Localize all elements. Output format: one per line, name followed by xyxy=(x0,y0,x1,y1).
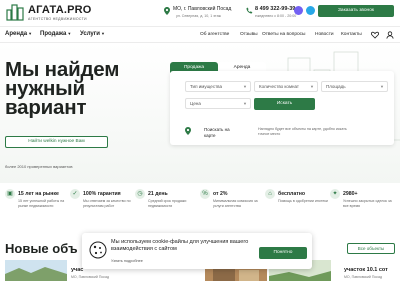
hero-title: Мы найдем нужный вариант xyxy=(5,59,119,119)
site-header: АГАТА.PRO АГЕНТСТВО НЕДВИЖИМОСТИ МО, г. … xyxy=(0,0,400,26)
listing-card[interactable] xyxy=(5,260,67,281)
area-select[interactable]: Площадь ▼ xyxy=(321,81,388,92)
feature-title: 2980+ xyxy=(343,191,358,197)
chevron-down-icon: ▼ xyxy=(28,31,33,36)
nav-link-contacts[interactable]: Контакты xyxy=(341,32,362,37)
working-hours: ежедневно с 8:00 - 20:00 xyxy=(255,14,297,18)
feature-title: бесплатно xyxy=(278,191,306,197)
select-value: Площадь xyxy=(326,84,346,89)
logo-title[interactable]: АГАТА.PRO xyxy=(28,4,92,16)
telegram-icon[interactable] xyxy=(306,6,315,15)
chevron-down-icon: ▼ xyxy=(243,101,247,106)
nav-link-news[interactable]: Новости xyxy=(315,32,334,37)
feature-desc: Мы отвечаем за качество по результатам р… xyxy=(83,199,131,208)
map-search-label: карте xyxy=(204,133,216,138)
map-search-link[interactable]: Поискать на карте xyxy=(204,127,230,139)
feature-desc: Помощь в одобрении ипотеки xyxy=(278,199,328,203)
main-nav: Аренда▼ Продажа▼ Услуги▼ Об агентстве От… xyxy=(0,26,400,43)
map-note: Наглядно будет все объекты на карте, удо… xyxy=(258,127,347,136)
nav-item-services[interactable]: Услуги▼ xyxy=(80,31,105,37)
nav-link-about[interactable]: Об агентстве xyxy=(200,32,229,37)
chevron-down-icon: ▼ xyxy=(243,84,247,89)
listing-address: МО, Павловский Посад xyxy=(344,275,383,279)
calendar-icon: ▣ xyxy=(5,189,15,199)
cookie-text: Мы используем cookie-файлы для улучшения… xyxy=(111,239,249,252)
heart-icon[interactable] xyxy=(371,31,379,39)
nav-link-faq[interactable]: Ответы на вопросы xyxy=(262,32,306,37)
logo-subtitle: АГЕНТСТВО НЕДВИЖИМОСТИ xyxy=(28,17,87,21)
chevron-down-icon: ▼ xyxy=(380,84,384,89)
phone-number[interactable]: 8 499 322-99-39 xyxy=(255,6,295,12)
feature-desc: Минимальная комиссия за услуги агентства xyxy=(213,199,258,208)
address: МО, г. Павловский Посад xyxy=(173,6,232,12)
feature-title: 100% гарантия xyxy=(83,191,121,197)
check-icon: ✓ xyxy=(70,189,80,199)
search-button[interactable]: Искать xyxy=(254,98,315,110)
feature-title: 15 лет на рынке xyxy=(18,191,59,197)
chevron-down-icon: ▼ xyxy=(100,31,105,36)
address-detail: ул. Северная, д. 10, 1 этаж xyxy=(176,14,222,18)
callback-button[interactable]: Заказать звонок xyxy=(318,5,394,17)
chevron-down-icon: ▼ xyxy=(67,31,72,36)
nav-item-rent[interactable]: Аренда▼ xyxy=(5,31,32,37)
listing-title[interactable]: учас xyxy=(71,267,83,273)
property-type-select[interactable]: Тип имущества ▼ xyxy=(185,81,251,92)
feature-desc: Успешно закрытых сделок за все время xyxy=(343,199,392,208)
nav-item-label: Продажа xyxy=(40,31,67,37)
nav-item-sale[interactable]: Продажа▼ xyxy=(40,31,71,37)
listings-heading: Новые объ xyxy=(5,241,78,256)
nav-link-reviews[interactable]: Отзывы xyxy=(240,32,258,37)
location-pin-icon xyxy=(164,7,170,15)
feature-title: от 2% xyxy=(213,191,228,197)
listing-photo xyxy=(5,260,67,281)
percent-icon: % xyxy=(200,189,210,199)
hero-title-line: вариант xyxy=(5,96,87,119)
hero-note: более 2010 проверенных вариантов xyxy=(5,164,73,169)
select-value: Тип имущества xyxy=(190,84,222,89)
nav-item-label: Услуги xyxy=(80,31,100,37)
cookie-icon xyxy=(89,241,107,259)
feature-desc: Средний срок продажи недвижимости xyxy=(148,199,187,208)
cookie-accept-button[interactable]: Понятно xyxy=(259,247,307,259)
house-icon: ⌂ xyxy=(265,189,275,199)
cookie-more-link[interactable]: Узнать подробнее xyxy=(111,259,143,263)
listing-title[interactable]: участок 10.1 сот xyxy=(344,267,388,273)
chevron-down-icon: ▼ xyxy=(310,84,314,89)
price-select[interactable]: Цена ▼ xyxy=(185,98,251,109)
viber-icon[interactable] xyxy=(294,6,303,15)
feature-title: 21 день xyxy=(148,191,168,197)
handshake-icon: ✦ xyxy=(330,189,340,199)
hero-cta-button[interactable]: Найти welkin нужное Вам xyxy=(5,136,108,148)
select-value: Количество комнат xyxy=(259,84,299,89)
all-listings-button[interactable]: Все объекты xyxy=(347,243,395,254)
user-icon[interactable] xyxy=(386,31,394,39)
page: АГАТА.PRO АГЕНТСТВО НЕДВИЖИМОСТИ МО, г. … xyxy=(0,0,400,281)
map-pin-icon[interactable] xyxy=(185,127,191,135)
logo-icon[interactable] xyxy=(6,4,24,21)
nav-item-label: Аренда xyxy=(5,31,28,37)
select-value: Цена xyxy=(190,101,201,106)
clock-icon: ◷ xyxy=(135,189,145,199)
rooms-select[interactable]: Количество комнат ▼ xyxy=(254,81,318,92)
cookie-banner: Мы используем cookie-файлы для улучшения… xyxy=(82,233,312,269)
feature-desc: 15 лет успешной работы на рынке недвижим… xyxy=(18,199,65,208)
listing-address: МО, Павловский Посад xyxy=(71,275,110,279)
phone-icon xyxy=(246,7,253,14)
